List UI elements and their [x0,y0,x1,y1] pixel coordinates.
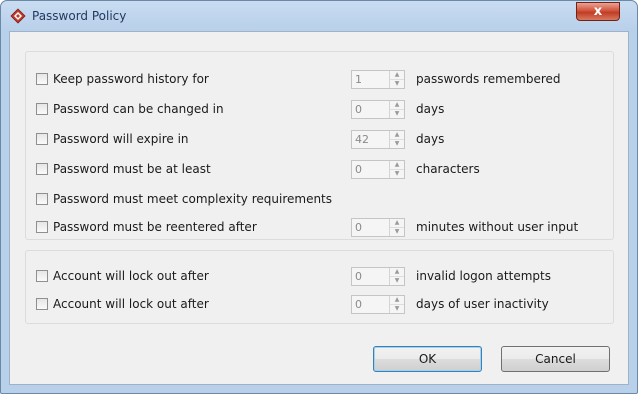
max-age-checkbox[interactable] [36,133,48,145]
min-age-checkbox[interactable] [36,103,48,115]
policy-row-reenter: Password must be reentered after 0 ▲ ▼ m… [26,218,613,238]
spinner-arrows: ▲ ▼ [389,219,404,236]
spin-down-icon[interactable]: ▼ [390,170,404,178]
spin-up-icon[interactable]: ▲ [390,219,404,228]
cancel-button[interactable]: Cancel [501,346,610,372]
policy-row-max-age: Password will expire in 42 ▲ ▼ days [26,130,613,150]
history-checkbox[interactable] [36,73,48,85]
spinner-arrows: ▲ ▼ [389,71,404,88]
lockout-inactivity-label: Account will lock out after [53,297,209,311]
reenter-spinner[interactable]: 0 ▲ ▼ [351,218,405,237]
lockout-inactivity-checkbox[interactable] [36,298,48,310]
reenter-value: 0 [355,221,362,234]
close-icon: x [593,4,603,19]
min-length-label: Password must be at least [53,162,211,176]
lockout-inactivity-suffix: days of user inactivity [416,297,549,311]
history-spinner[interactable]: 1 ▲ ▼ [351,70,405,89]
spin-down-icon[interactable]: ▼ [390,228,404,236]
spin-down-icon[interactable]: ▼ [390,277,404,285]
lockout-attempts-checkbox[interactable] [36,270,48,282]
min-length-checkbox[interactable] [36,163,48,175]
reenter-suffix: minutes without user input [416,220,579,234]
spin-down-icon[interactable]: ▼ [390,140,404,148]
max-age-spinner[interactable]: 42 ▲ ▼ [351,130,405,149]
lockout-attempts-value: 0 [355,270,362,283]
lockout-row-attempts: Account will lock out after 0 ▲ ▼ invali… [26,267,613,287]
spin-up-icon[interactable]: ▲ [390,268,404,277]
spin-down-icon[interactable]: ▼ [390,305,404,313]
app-icon [10,8,26,24]
lockout-attempts-spinner[interactable]: 0 ▲ ▼ [351,267,405,286]
password-policy-dialog: Password Policy x Keep password history … [0,0,638,394]
min-age-spinner[interactable]: 0 ▲ ▼ [351,100,405,119]
spin-up-icon[interactable]: ▲ [390,101,404,110]
policy-row-complexity: Password must meet complexity requiremen… [26,190,613,210]
min-age-label: Password can be changed in [53,102,224,116]
spinner-arrows: ▲ ▼ [389,101,404,118]
lockout-row-inactivity: Account will lock out after 0 ▲ ▼ days o… [26,295,613,315]
dialog-body: Keep password history for 1 ▲ ▼ password… [9,31,629,385]
spin-down-icon[interactable]: ▼ [390,110,404,118]
min-age-suffix: days [416,102,445,116]
title-bar: Password Policy x [1,1,637,31]
policy-row-min-length: Password must be at least 0 ▲ ▼ characte… [26,160,613,180]
reenter-checkbox[interactable] [36,221,48,233]
spinner-arrows: ▲ ▼ [389,161,404,178]
max-age-label: Password will expire in [53,132,189,146]
spin-up-icon[interactable]: ▲ [390,296,404,305]
spinner-arrows: ▲ ▼ [389,296,404,313]
lockout-attempts-suffix: invalid logon attempts [416,269,551,283]
policy-row-min-age: Password can be changed in 0 ▲ ▼ days [26,100,613,120]
reenter-label: Password must be reentered after [53,220,257,234]
max-age-suffix: days [416,132,445,146]
spin-down-icon[interactable]: ▼ [390,80,404,88]
lockout-attempts-label: Account will lock out after [53,269,209,283]
spinner-arrows: ▲ ▼ [389,131,404,148]
spinner-arrows: ▲ ▼ [389,268,404,285]
lockout-inactivity-spinner[interactable]: 0 ▲ ▼ [351,295,405,314]
spin-up-icon[interactable]: ▲ [390,71,404,80]
lockout-inactivity-value: 0 [355,298,362,311]
close-button[interactable]: x [576,2,620,21]
complexity-checkbox[interactable] [36,193,48,205]
min-length-suffix: characters [416,162,480,176]
min-length-spinner[interactable]: 0 ▲ ▼ [351,160,405,179]
lockout-settings-group: Account will lock out after 0 ▲ ▼ invali… [25,250,614,324]
history-suffix: passwords remembered [416,72,561,86]
max-age-value: 42 [355,133,369,146]
spin-up-icon[interactable]: ▲ [390,131,404,140]
window-title: Password Policy [32,9,127,23]
spin-up-icon[interactable]: ▲ [390,161,404,170]
min-length-value: 0 [355,163,362,176]
password-settings-group: Keep password history for 1 ▲ ▼ password… [25,51,614,240]
min-age-value: 0 [355,103,362,116]
policy-row-history: Keep password history for 1 ▲ ▼ password… [26,70,613,90]
history-label: Keep password history for [53,72,209,86]
complexity-label: Password must meet complexity requiremen… [53,192,333,206]
history-value: 1 [355,73,362,86]
ok-button[interactable]: OK [373,346,482,372]
